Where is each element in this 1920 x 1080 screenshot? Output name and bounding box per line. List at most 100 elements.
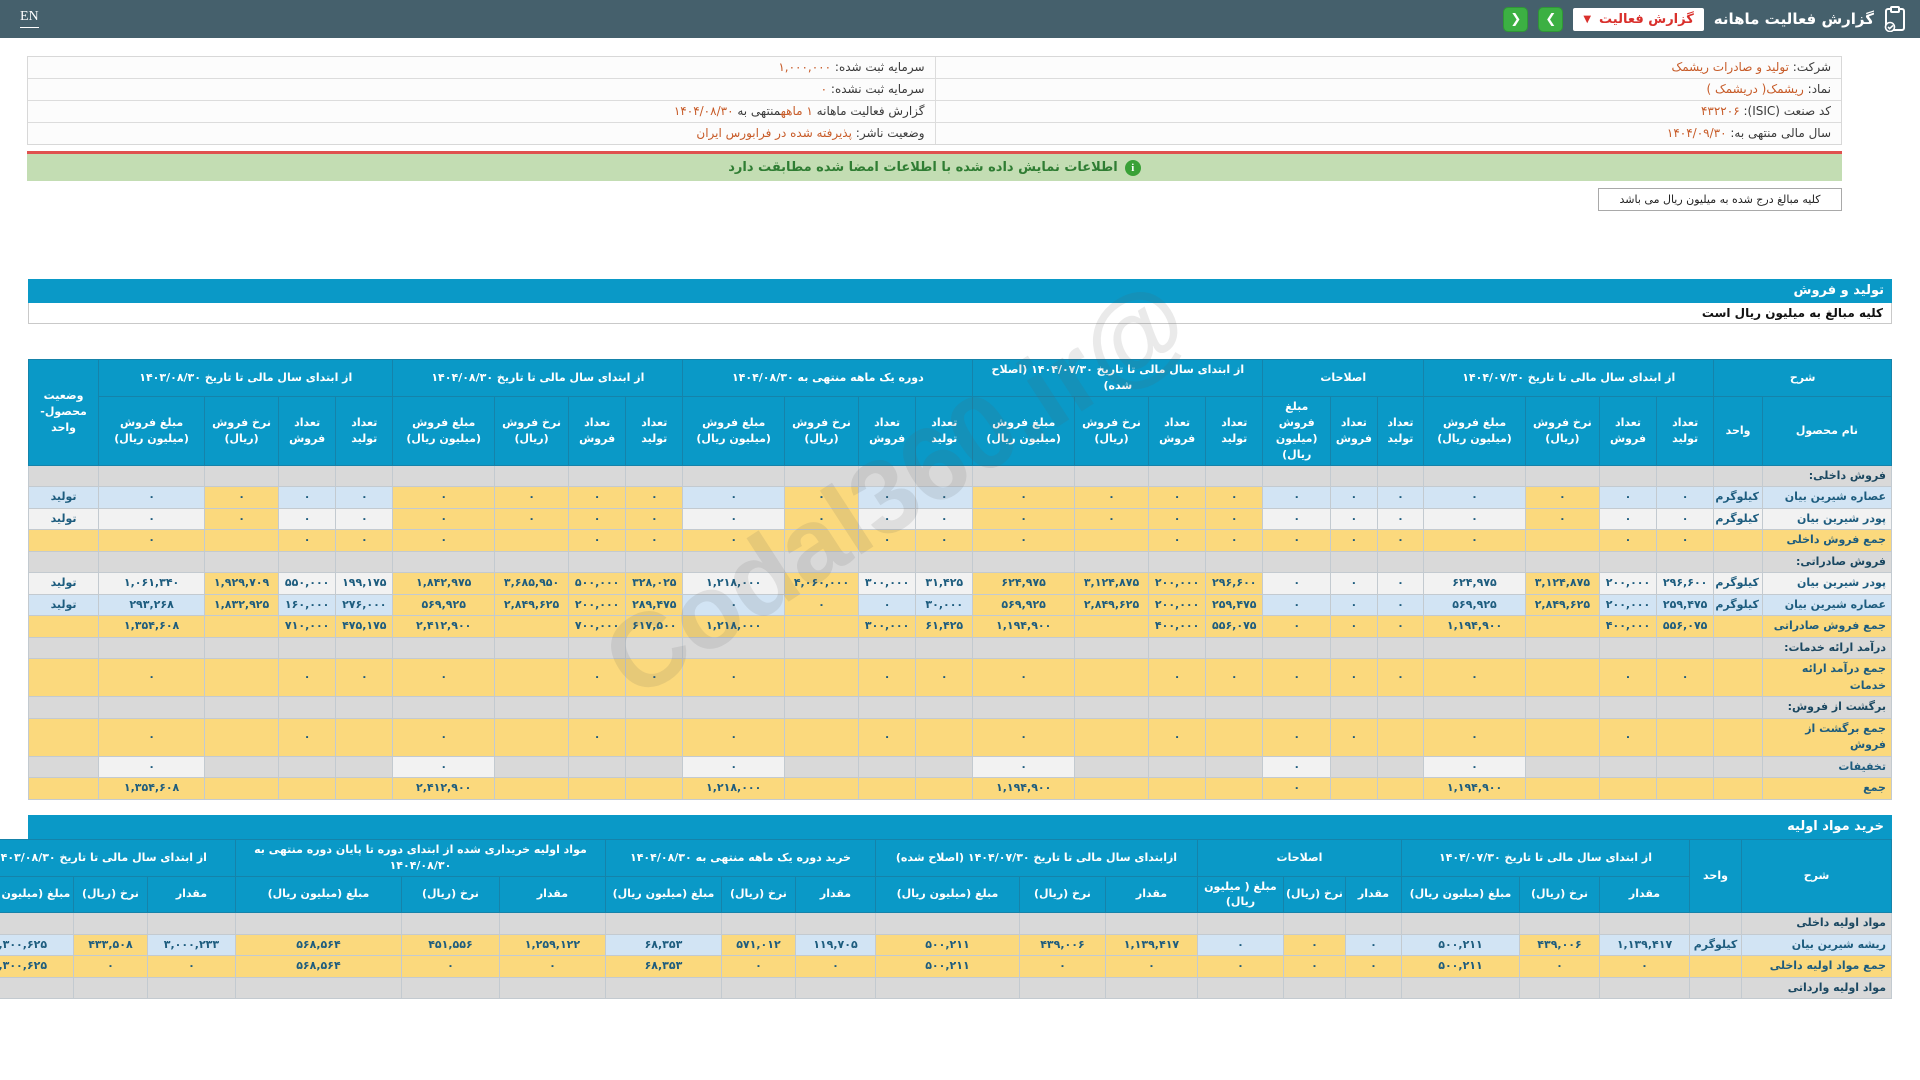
value-cell: ۰	[392, 658, 496, 698]
value-cell	[278, 777, 337, 800]
value-cell: ۵۶۸,۵۶۴	[234, 933, 402, 957]
value-cell	[625, 777, 684, 800]
value-cell	[1598, 550, 1658, 574]
value-cell	[335, 636, 394, 660]
table-row: پودر شیرین بیان کیلوگرم ۲۹۶,۶۰۰ ۲۰۰,۰۰۰ ۳,۱۲…	[27, 572, 1893, 595]
value-cell: ۳,۰۰۰,۲۳۳	[146, 933, 236, 957]
value-cell: ۰	[1330, 529, 1378, 552]
value-cell: ۰	[1524, 507, 1600, 531]
value-cell	[1148, 636, 1207, 660]
value-cell: ۱,۰۶۱,۳۴۰	[98, 572, 206, 595]
value-cell: ۰	[1656, 529, 1715, 552]
value-cell: ۰	[1330, 593, 1378, 617]
value-cell	[1262, 550, 1332, 574]
status-cell: تولید	[27, 507, 100, 531]
status-cell	[27, 636, 100, 660]
column-header: نرخ فروش (ریال)	[1524, 395, 1600, 466]
value-cell: ۰	[1148, 717, 1207, 757]
value-cell: ۰	[972, 658, 1075, 698]
value-cell: ۱,۱۳۹,۴۱۷	[1104, 933, 1198, 957]
value-cell: ۰	[98, 529, 206, 552]
info-row: کد صنعت (ISIC): ۴۳۲۲۰۶ گزارش فعالیت ماها…	[28, 101, 1841, 123]
value-cell	[1376, 696, 1425, 719]
value-cell: ۵۶۹,۹۲۵	[1423, 593, 1526, 617]
value-cell	[783, 636, 860, 660]
value-cell: ۰	[682, 658, 785, 698]
column-header: تعداد تولید	[1205, 395, 1264, 466]
info-row: شرکت: تولید و صادرات ریشمک سرمایه ثبت شد…	[28, 57, 1841, 79]
production-sales-table: شرح از ابتدای سال مالی تا تاریخ ۱۴۰۴/۰۷/۳…	[27, 359, 1893, 800]
value-cell	[1205, 464, 1264, 488]
value-cell	[1524, 696, 1600, 719]
value-cell	[972, 464, 1075, 488]
unit-cell	[1713, 696, 1763, 719]
value-cell	[72, 976, 148, 1000]
value-cell: ۰	[682, 529, 785, 552]
report-type-dropdown[interactable]: گزارش فعالیت ▼	[1573, 7, 1704, 31]
value-cell: ۰	[1598, 658, 1658, 698]
value-cell	[972, 550, 1075, 574]
status-cell	[27, 696, 100, 719]
value-cell: ۴,۰۶۰,۰۰۰	[783, 572, 860, 595]
column-header: نرخ (ریال)	[720, 875, 796, 914]
value-cell: ۵۷۱,۰۱۲	[720, 933, 796, 957]
value-cell: ۱,۱۹۴,۹۰۰	[1423, 777, 1526, 800]
table-row: جمع درآمد ارائه خدمات ۰ ۰ ۰ ۰ ۰ ۰ ۰ ۰ ۰ ۰ ۰ ۰ ۰ ۰ ۰ ۰ ۰ ۰	[27, 658, 1893, 698]
value-cell	[1104, 976, 1198, 1000]
fiscal-year-field: سال مالی منتهی به: ۱۴۰۴/۰۹/۳۰	[934, 123, 1842, 144]
section-header-raw-materials: خرید مواد اولیه	[28, 814, 1892, 839]
value-cell	[335, 550, 394, 574]
value-cell: ۳,۱۲۴,۸۷۵	[1524, 572, 1600, 595]
unit-cell	[1713, 550, 1763, 574]
value-cell: ۰	[1524, 486, 1600, 509]
value-cell: ۳۱,۴۲۵	[915, 572, 974, 595]
column-header: مقدار	[498, 875, 606, 914]
column-header: تعداد تولید	[1376, 395, 1425, 466]
nav-back-button[interactable]: ❮	[1503, 6, 1529, 32]
value-cell: ۷۱۰,۰۰۰	[278, 615, 337, 638]
nav-forward-button[interactable]: ❯	[1538, 6, 1564, 32]
value-cell: ۶۸,۳۵۳	[604, 955, 722, 978]
table-row: فروش داخلی:	[27, 464, 1893, 488]
table-row: عصاره شیرین بیان کیلوگرم ۲۵۹,۴۷۵ ۲۰۰,۰۰۰ ۲,۸…	[27, 593, 1893, 617]
value-cell	[972, 636, 1075, 660]
fiscal-year-label: سال مالی منتهی به:	[1730, 126, 1831, 140]
column-header: اصلاحات	[1196, 838, 1402, 877]
value-cell	[335, 717, 394, 757]
unregistered-capital-field: سرمایه ثبت نشده: ۰	[28, 79, 935, 100]
value-cell: ۶۲۴,۹۷۵	[1423, 572, 1526, 595]
company-label: شرکت:	[1792, 60, 1831, 74]
value-cell: ۰	[1205, 507, 1264, 531]
value-cell: ۰	[278, 717, 337, 757]
top-bar: گزارش فعالیت ماهانه گزارش فعالیت ▼ ❯ ❮ E…	[0, 0, 1920, 38]
unit-cell: کیلوگرم	[1713, 572, 1763, 595]
value-cell: ۰	[972, 507, 1075, 531]
value-cell: ۰	[204, 486, 280, 509]
column-header: مبلغ (میلیون ریال)	[234, 875, 402, 914]
value-cell: ۱,۸۴۲,۹۷۵	[392, 572, 496, 595]
value-cell	[682, 636, 785, 660]
value-cell: ۰	[972, 755, 1075, 779]
value-cell: ۰	[915, 486, 974, 509]
value-cell: ۰	[1376, 572, 1425, 595]
value-cell	[720, 976, 796, 1000]
value-cell	[1018, 912, 1106, 935]
value-cell: ۰	[1376, 486, 1425, 509]
value-cell: ۵۰۰,۲۱۱	[1400, 955, 1521, 978]
column-header: تعداد تولید	[915, 395, 974, 466]
table-row: ریشه شیرین بیان کیلوگرم ۱,۱۳۹,۴۱۷ ۴۳۹,۰۰۶ ۵۰…	[0, 933, 1892, 957]
value-cell	[1282, 912, 1346, 935]
column-header: واحد	[1713, 395, 1763, 466]
value-cell: ۲,۸۴۹,۶۲۵	[1524, 593, 1600, 617]
value-cell: ۰	[915, 507, 974, 531]
value-cell	[498, 912, 606, 935]
unit-cell	[1713, 777, 1763, 800]
value-cell	[858, 550, 917, 574]
value-cell	[1073, 529, 1150, 552]
value-cell	[335, 777, 394, 800]
value-cell: ۰	[1104, 955, 1198, 978]
value-cell	[1262, 464, 1332, 488]
language-toggle-link[interactable]: EN	[20, 9, 39, 28]
value-cell: ۰	[335, 486, 394, 509]
value-cell	[204, 755, 280, 779]
